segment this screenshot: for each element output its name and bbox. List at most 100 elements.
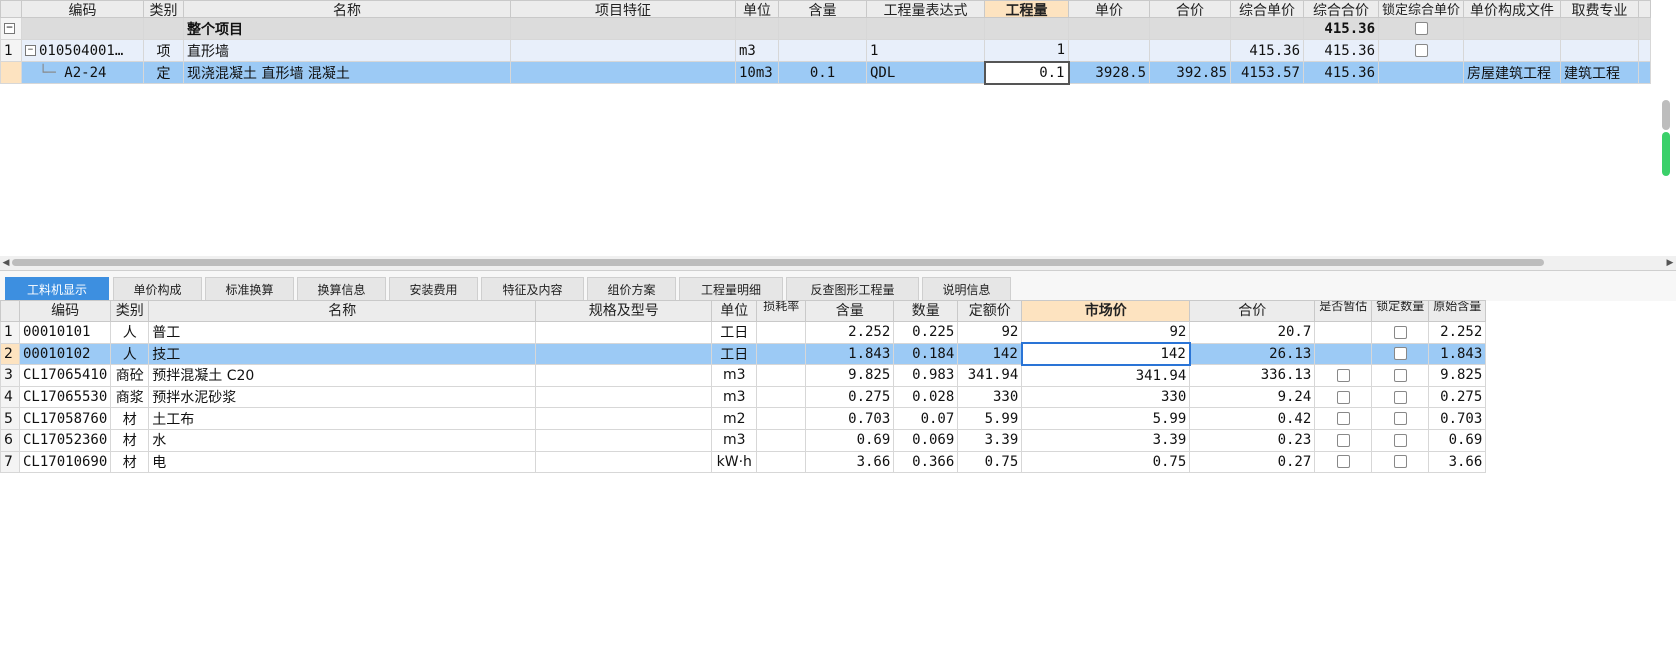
orig-content-cell[interactable]: 0.69 (1428, 428, 1487, 452)
lock-qty-cell[interactable] (1371, 364, 1430, 387)
sub-content[interactable]: 0.1 (778, 61, 867, 84)
estimate-cell[interactable] (1314, 342, 1373, 366)
unit-cell[interactable]: kW·h (711, 450, 758, 474)
col-header-sum[interactable]: 合价 (1149, 0, 1231, 18)
table-row[interactable]: 4 CL17065530 商浆 预拌水泥砂浆 m3 0.275 0.028 330 330 9.2… (0, 385, 1487, 409)
sub-feature[interactable] (510, 61, 736, 84)
qty-cell[interactable]: 0.07 (893, 407, 959, 430)
content-cell[interactable]: 1.843 (805, 342, 895, 366)
estimate-cell[interactable] (1314, 385, 1373, 409)
checkbox[interactable] (1336, 455, 1350, 469)
loss-cell[interactable] (756, 364, 807, 387)
market-price-cell[interactable]: 3.39 (1021, 428, 1191, 452)
checkbox[interactable] (1393, 433, 1407, 447)
qty-cell[interactable]: 0.184 (893, 342, 959, 366)
base-price-cell[interactable]: 5.99 (957, 407, 1023, 430)
sum-cell[interactable]: 20.7 (1189, 321, 1316, 344)
lock-qty-cell[interactable] (1371, 428, 1430, 452)
lock-qty-cell[interactable] (1371, 342, 1430, 366)
code-cell[interactable]: CL17065410 (18, 364, 112, 387)
sub-price[interactable]: 3928.5 (1068, 61, 1150, 84)
content-cell[interactable]: 0.703 (805, 407, 895, 430)
col-header-spec[interactable]: 规格及型号 (535, 300, 713, 322)
sub-type[interactable]: 定 (143, 61, 184, 84)
tab-standard-conversion[interactable]: 标准换算 (205, 277, 294, 301)
col-header-content[interactable]: 含量 (805, 300, 895, 322)
item-name[interactable]: 直形墙 (183, 39, 511, 62)
group-row[interactable]: − 整个项目 415.36 (0, 17, 1652, 40)
unit-cell[interactable]: m3 (711, 428, 758, 452)
loss-cell[interactable] (756, 342, 807, 366)
estimate-cell[interactable] (1314, 321, 1373, 344)
type-cell[interactable]: 材 (110, 450, 150, 474)
qty-cell[interactable]: 0.225 (893, 321, 959, 344)
orig-content-cell[interactable]: 3.66 (1428, 450, 1487, 474)
checkbox[interactable] (1393, 390, 1407, 404)
name-cell[interactable]: 土工布 (148, 407, 537, 430)
item-unit[interactable]: m3 (735, 39, 779, 62)
col-header-qty[interactable]: 工程量 (984, 0, 1069, 18)
estimate-cell[interactable] (1314, 364, 1373, 387)
loss-cell[interactable] (756, 321, 807, 344)
content-cell[interactable]: 3.66 (805, 450, 895, 474)
col-header-content[interactable]: 含量 (778, 0, 867, 18)
sub-qty-input[interactable]: 0.1 (983, 60, 1070, 85)
unit-cell[interactable]: 工日 (711, 342, 758, 366)
market-price-cell[interactable]: 0.75 (1021, 450, 1191, 474)
collapse-icon[interactable]: − (25, 45, 36, 56)
orig-content-cell[interactable]: 1.843 (1428, 342, 1487, 366)
item-row[interactable]: 1 −010504001… 项 直形墙 m3 1 1 415.36 415.36 (0, 39, 1652, 62)
tab-features[interactable]: 特征及内容 (481, 277, 584, 301)
spec-cell[interactable] (535, 342, 713, 366)
item-content[interactable] (778, 39, 867, 62)
col-header-feature[interactable]: 项目特征 (510, 0, 736, 18)
col-header-base-price[interactable]: 定额价 (957, 300, 1023, 322)
base-price-cell[interactable]: 330 (957, 385, 1023, 409)
orig-content-cell[interactable]: 2.252 (1428, 321, 1487, 344)
content-cell[interactable]: 0.69 (805, 428, 895, 452)
item-type[interactable]: 项 (143, 39, 184, 62)
market-price-cell[interactable]: 92 (1021, 321, 1191, 344)
col-header-orig-content[interactable]: 原始含量 (1428, 300, 1487, 322)
code-cell[interactable]: CL17010690 (18, 450, 112, 474)
col-header-name[interactable]: 名称 (148, 300, 537, 322)
tab-price-composition[interactable]: 单价构成 (113, 277, 202, 301)
unit-cell[interactable]: m2 (711, 407, 758, 430)
qty-cell[interactable]: 0.069 (893, 428, 959, 452)
sub-price-file[interactable]: 房屋建筑工程 (1463, 61, 1562, 84)
table-row[interactable]: 3 CL17065410 商砼 预拌混凝土 C20 m3 9.825 0.983 341.94… (0, 364, 1487, 387)
content-cell[interactable]: 0.275 (805, 385, 895, 409)
loss-cell[interactable] (756, 385, 807, 409)
base-price-cell[interactable]: 0.75 (957, 450, 1023, 474)
loss-cell[interactable] (756, 450, 807, 474)
code-cell[interactable]: 00010101 (18, 321, 112, 344)
orig-content-cell[interactable]: 0.275 (1428, 385, 1487, 409)
tab-pricing-scheme[interactable]: 组价方案 (587, 277, 676, 301)
sum-cell[interactable]: 9.24 (1189, 385, 1316, 409)
col-header-total[interactable]: 综合合价 (1303, 0, 1379, 18)
name-cell[interactable]: 电 (148, 450, 537, 474)
name-cell[interactable]: 技工 (148, 342, 537, 366)
sub-expr[interactable]: QDL (866, 61, 985, 84)
name-cell[interactable]: 预拌混凝土 C20 (148, 364, 537, 387)
type-cell[interactable]: 材 (110, 407, 150, 430)
item-code-cell[interactable]: −010504001… (21, 39, 144, 62)
col-header-lock-qty[interactable]: 锁定数量 (1371, 300, 1430, 322)
col-header-code[interactable]: 编码 (18, 300, 112, 322)
col-header-fee-type[interactable]: 取费专业 (1560, 0, 1640, 18)
item-qty[interactable]: 1 (984, 39, 1069, 62)
unit-cell[interactable]: m3 (711, 385, 758, 409)
table-row[interactable]: 6 CL17052360 材水 m3 0.69 0.069 3.39 3.39 0.23 0.69 (0, 428, 1487, 452)
checkbox[interactable] (1393, 412, 1407, 426)
collapse-icon[interactable]: − (4, 23, 15, 34)
type-cell[interactable]: 商浆 (110, 385, 150, 409)
tab-graphic-quantity[interactable]: 反查图形工程量 (786, 277, 919, 301)
checkbox[interactable] (1393, 368, 1407, 382)
market-price-cell[interactable]: 330 (1021, 385, 1191, 409)
qty-cell[interactable]: 0.028 (893, 385, 959, 409)
col-header-price[interactable]: 单价 (1068, 0, 1150, 18)
estimate-cell[interactable] (1314, 428, 1373, 452)
content-cell[interactable]: 2.252 (805, 321, 895, 344)
type-cell[interactable]: 商砼 (110, 364, 150, 387)
item-expr[interactable]: 1 (866, 39, 985, 62)
